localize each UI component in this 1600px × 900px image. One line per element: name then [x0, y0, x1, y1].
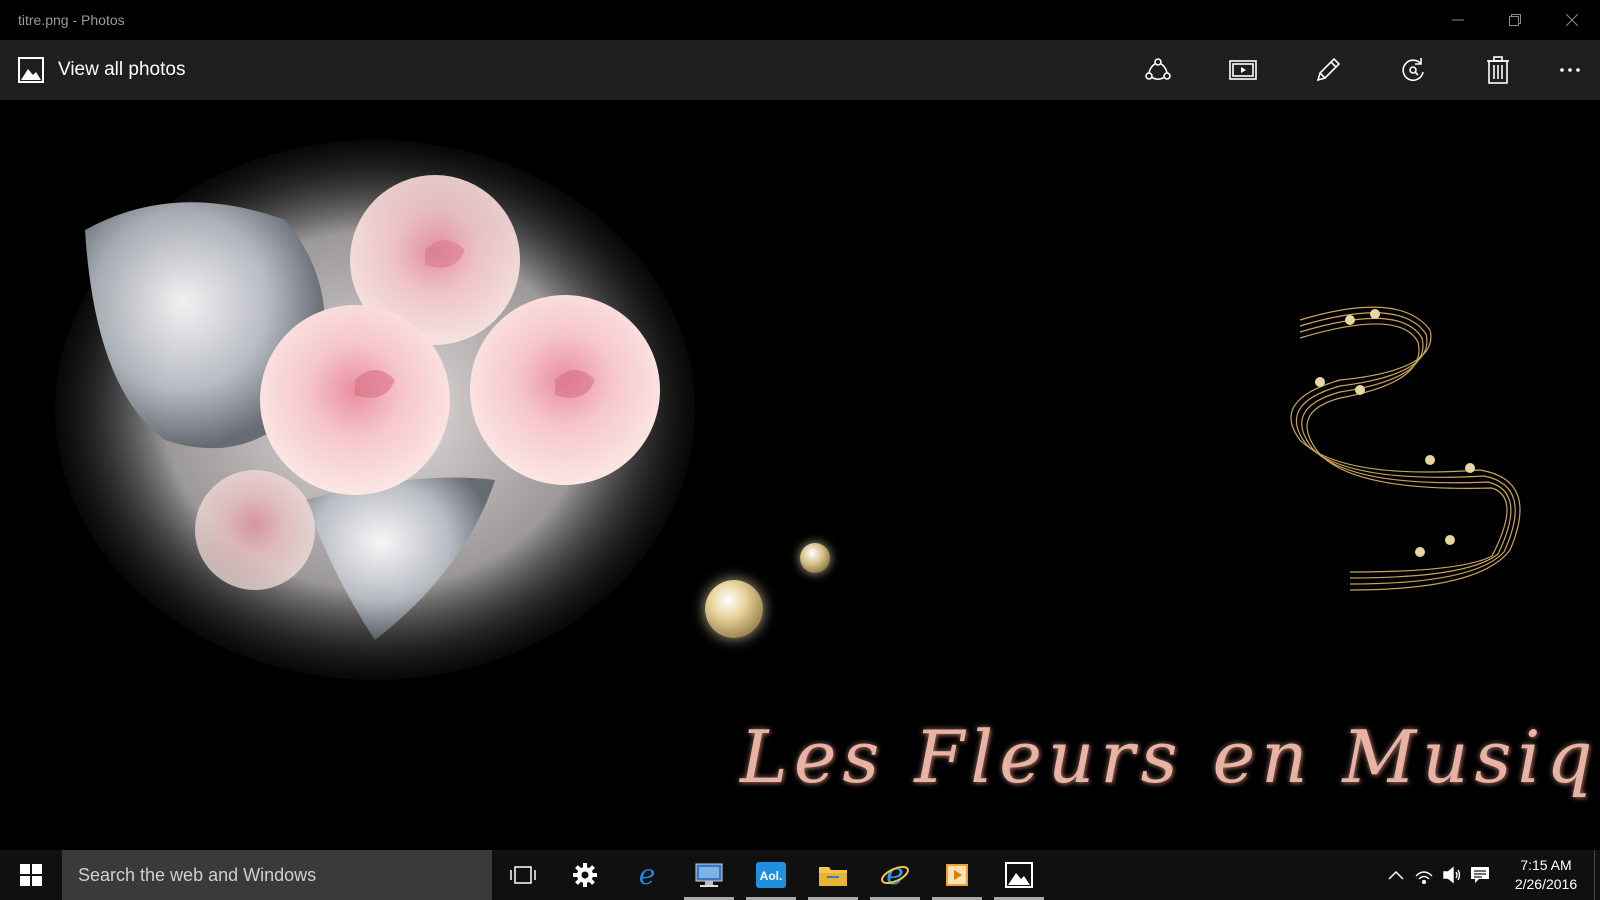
minimize-button[interactable] — [1429, 0, 1486, 40]
close-icon — [1565, 14, 1578, 26]
view-all-photos-button[interactable]: View all photos — [0, 40, 195, 100]
svg-text:Aol.: Aol. — [760, 869, 783, 883]
network-button[interactable] — [1410, 850, 1438, 900]
slideshow-button[interactable] — [1200, 40, 1285, 100]
svg-text:e: e — [639, 861, 656, 889]
photos-taskbar-button[interactable] — [988, 850, 1050, 900]
search-placeholder: Search the web and Windows — [78, 864, 317, 885]
window-title: titre.png - Photos — [18, 12, 125, 28]
image-caption-text: Les Fleurs en Musique — [740, 715, 1600, 799]
taskbar-apps: e Aol. e — [492, 850, 1050, 900]
windows-taskbar: Search the web and Windows e Aol. e 7:15… — [0, 850, 1600, 900]
window-titlebar: titre.png - Photos — [0, 0, 1600, 40]
volume-icon — [1443, 866, 1461, 884]
edge-icon: e — [639, 861, 656, 889]
gold-pearl-small — [800, 543, 830, 573]
action-center-button[interactable] — [1466, 850, 1494, 900]
task-view-button[interactable] — [492, 850, 554, 900]
taskbar-clock[interactable]: 7:15 AM 2/26/2016 — [1498, 856, 1594, 894]
rotate-icon — [1401, 58, 1424, 81]
restore-icon — [1508, 14, 1521, 26]
view-all-photos-label: View all photos — [58, 59, 186, 80]
share-button[interactable] — [1115, 40, 1200, 100]
delete-icon — [1486, 56, 1509, 84]
window-controls — [1429, 0, 1600, 40]
edit-icon — [1316, 57, 1340, 82]
aol-button[interactable]: Aol. — [740, 850, 802, 900]
file-explorer-icon — [819, 867, 847, 886]
photo-canvas[interactable]: Les Fleurs en Musique — [0, 100, 1600, 850]
chevron-up-icon — [1388, 870, 1404, 880]
minimize-icon — [1451, 19, 1464, 21]
edit-button[interactable] — [1285, 40, 1370, 100]
restore-button[interactable] — [1486, 0, 1543, 40]
more-options-button[interactable] — [1540, 40, 1600, 100]
delete-button[interactable] — [1455, 40, 1540, 100]
remote-desktop-icon — [695, 863, 723, 887]
photos-command-bar: View all photos — [0, 40, 1600, 100]
edge-button[interactable]: e — [616, 850, 678, 900]
more-icon — [1560, 68, 1580, 72]
show-hidden-icons-button[interactable] — [1382, 850, 1410, 900]
windows-logo-icon — [20, 864, 42, 886]
photos-icon — [1005, 862, 1033, 888]
close-button[interactable] — [1543, 0, 1600, 40]
svg-text:e: e — [886, 860, 904, 890]
file-explorer-button[interactable] — [802, 850, 864, 900]
aol-icon: Aol. — [756, 862, 786, 888]
settings-button[interactable] — [554, 850, 616, 900]
photo-actions — [1115, 40, 1600, 100]
show-desktop-button[interactable] — [1594, 850, 1600, 900]
internet-explorer-icon: e — [881, 860, 909, 890]
system-tray: 7:15 AM 2/26/2016 — [1382, 850, 1600, 900]
notification-icon — [1471, 867, 1489, 883]
media-player-button[interactable] — [926, 850, 988, 900]
slideshow-icon — [1228, 60, 1257, 80]
roses-bouquet-image — [55, 140, 695, 680]
settings-icon — [573, 863, 597, 887]
volume-button[interactable] — [1438, 850, 1466, 900]
start-button[interactable] — [0, 850, 62, 900]
photo-icon — [18, 57, 44, 83]
taskbar-search-box[interactable]: Search the web and Windows — [62, 850, 492, 900]
music-staff-ribbon-image — [1290, 306, 1521, 591]
internet-explorer-button[interactable]: e — [864, 850, 926, 900]
remote-desktop-button[interactable] — [678, 850, 740, 900]
gold-pearl-large — [705, 580, 763, 638]
clock-time: 7:15 AM — [1520, 857, 1572, 873]
rotate-button[interactable] — [1370, 40, 1455, 100]
clock-date: 2/26/2016 — [1514, 876, 1578, 892]
share-icon — [1144, 58, 1171, 81]
task-view-icon — [510, 866, 536, 884]
network-icon — [1415, 871, 1433, 884]
media-player-icon — [946, 864, 968, 886]
